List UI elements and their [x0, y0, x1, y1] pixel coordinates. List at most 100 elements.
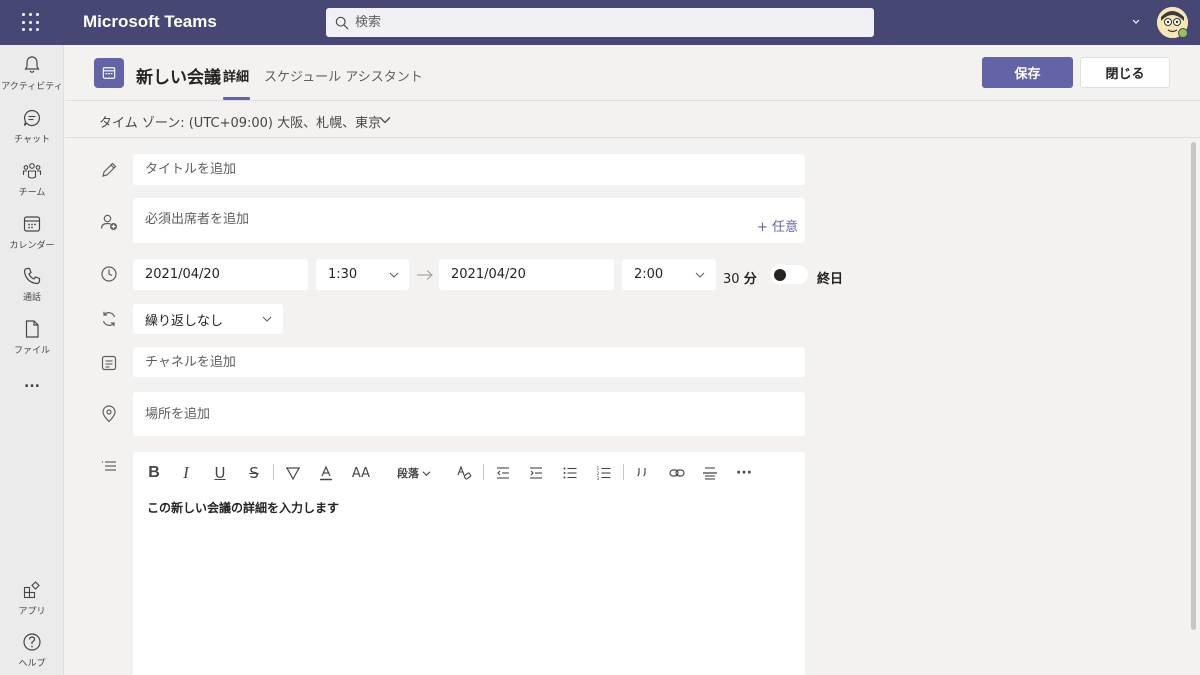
- left-rail: アクティビティ チャット チーム カレンダー 通話 ファイル ... アプリ ヘ…: [0, 45, 64, 675]
- rail-label: アプリ: [18, 607, 46, 617]
- rail-label: チーム: [18, 188, 46, 198]
- numbered-list-icon[interactable]: 123: [593, 462, 615, 484]
- font-size-icon[interactable]: AA: [348, 462, 374, 484]
- duration-unit: 分: [743, 272, 757, 287]
- more-apps-button[interactable]: ...: [0, 375, 64, 425]
- rail-label: ファイル: [13, 346, 50, 356]
- chevron-down-icon: [422, 470, 431, 476]
- underline-icon[interactable]: U: [209, 462, 231, 484]
- end-time-value: 2:00: [634, 267, 664, 282]
- meeting-header: 新しい会議 詳細 スケジュール アシスタント 保存 閉じる: [65, 45, 1200, 101]
- paragraph-dropdown[interactable]: 段落: [393, 462, 435, 484]
- more-options-icon[interactable]: ···: [733, 462, 755, 484]
- app-launcher-icon[interactable]: [22, 13, 42, 33]
- rail-label: カレンダー: [9, 241, 55, 251]
- search-box[interactable]: [326, 8, 874, 37]
- rail-item-teams[interactable]: チーム: [0, 161, 64, 211]
- chevron-down-icon[interactable]: [1131, 14, 1141, 28]
- timezone-selector[interactable]: タイム ゾーン: (UTC+09:00) 大阪、札幌、東京: [99, 112, 381, 131]
- recurrence-value: 繰り返しなし: [145, 313, 224, 329]
- meeting-calendar-icon: [94, 58, 124, 88]
- rail-item-help[interactable]: ヘルプ: [0, 632, 64, 675]
- increase-indent-icon[interactable]: [525, 462, 547, 484]
- chevron-down-icon[interactable]: [379, 114, 391, 126]
- apps-icon: [23, 581, 40, 599]
- channel-icon: [101, 355, 117, 371]
- add-person-icon: [100, 214, 117, 230]
- clear-formatting-icon[interactable]: [453, 462, 475, 484]
- close-button[interactable]: 閉じる: [1080, 57, 1170, 88]
- rail-label: アクティビティ: [1, 82, 63, 92]
- channel-field[interactable]: [133, 347, 805, 377]
- details-placeholder[interactable]: この新しい会議の詳細を入力します: [147, 499, 339, 516]
- attendees-field[interactable]: [133, 198, 805, 243]
- highlight-icon[interactable]: [282, 462, 304, 484]
- rail-item-calls[interactable]: 通話: [0, 266, 64, 316]
- start-date-field[interactable]: 2021/04/20: [133, 259, 308, 290]
- rail-label: ヘルプ: [18, 659, 46, 669]
- decrease-indent-icon[interactable]: [492, 462, 514, 484]
- rail-item-chat[interactable]: チャット: [0, 108, 64, 158]
- toolbar-divider: [273, 464, 274, 480]
- top-bar: Microsoft Teams: [0, 0, 1200, 45]
- svg-text:3: 3: [597, 476, 600, 481]
- details-list-icon: [102, 461, 116, 471]
- bulleted-list-icon[interactable]: [559, 462, 581, 484]
- bell-icon: [24, 56, 40, 73]
- page-title: 新しい会議: [136, 68, 221, 88]
- phone-icon: [23, 267, 41, 285]
- tab-details[interactable]: 詳細: [223, 66, 249, 85]
- rail-item-files[interactable]: ファイル: [0, 319, 64, 369]
- title-field[interactable]: [133, 154, 805, 185]
- presence-status-icon: [1178, 28, 1188, 38]
- search-input[interactable]: [355, 15, 855, 30]
- title-input[interactable]: [145, 162, 805, 177]
- scrollbar[interactable]: [1191, 142, 1196, 630]
- end-date-field[interactable]: 2021/04/20: [439, 259, 614, 290]
- chat-icon: [23, 109, 40, 127]
- italic-icon[interactable]: I: [175, 462, 197, 484]
- font-color-icon[interactable]: [315, 462, 337, 484]
- location-field[interactable]: [133, 392, 805, 436]
- file-icon: [25, 320, 39, 338]
- active-tab-indicator: [223, 97, 250, 100]
- rail-item-apps[interactable]: アプリ: [0, 580, 64, 630]
- chevron-down-icon: [695, 272, 705, 278]
- toggle-knob: [774, 268, 786, 281]
- end-date-value: 2021/04/20: [451, 267, 526, 282]
- pencil-icon: [102, 162, 117, 177]
- paragraph-label: 段落: [397, 467, 419, 480]
- bold-icon[interactable]: B: [143, 462, 165, 484]
- horizontal-rule-icon[interactable]: [699, 462, 721, 484]
- all-day-toggle[interactable]: [770, 265, 808, 284]
- location-icon: [102, 405, 116, 423]
- location-input[interactable]: [145, 406, 805, 422]
- details-editor[interactable]: B I U S AA 段落 123 ··· この新しい会議の詳細を入力します: [133, 452, 805, 675]
- rail-label: 通話: [22, 293, 41, 303]
- teams-icon: [22, 163, 42, 179]
- save-button[interactable]: 保存: [982, 57, 1073, 88]
- strikethrough-icon[interactable]: S: [243, 462, 265, 484]
- recurrence-dropdown[interactable]: 繰り返しなし: [133, 304, 283, 334]
- duration-value: 30: [723, 272, 740, 287]
- search-icon: [335, 16, 349, 30]
- rail-label: チャット: [14, 135, 50, 145]
- calendar-icon: [23, 216, 41, 232]
- toolbar-divider: [623, 464, 624, 480]
- rail-item-activity[interactable]: アクティビティ: [0, 55, 64, 105]
- start-time-value: 1:30: [328, 267, 358, 282]
- add-optional-attendee-link[interactable]: + 任意: [757, 216, 798, 235]
- tab-scheduling-assistant[interactable]: スケジュール アシスタント: [264, 66, 423, 85]
- link-icon[interactable]: [666, 462, 688, 484]
- app-title: Microsoft Teams: [83, 12, 217, 31]
- repeat-icon: [102, 311, 116, 327]
- attendees-input[interactable]: [145, 212, 745, 227]
- timezone-row: タイム ゾーン: (UTC+09:00) 大阪、札幌、東京: [65, 102, 1200, 138]
- toolbar-divider: [483, 464, 484, 480]
- all-day-label: 終日: [817, 272, 844, 287]
- start-date-value: 2021/04/20: [145, 267, 220, 282]
- channel-input[interactable]: [145, 354, 805, 370]
- quote-icon[interactable]: [632, 462, 654, 484]
- clock-icon: [101, 266, 117, 282]
- rail-item-calendar[interactable]: カレンダー: [0, 214, 64, 264]
